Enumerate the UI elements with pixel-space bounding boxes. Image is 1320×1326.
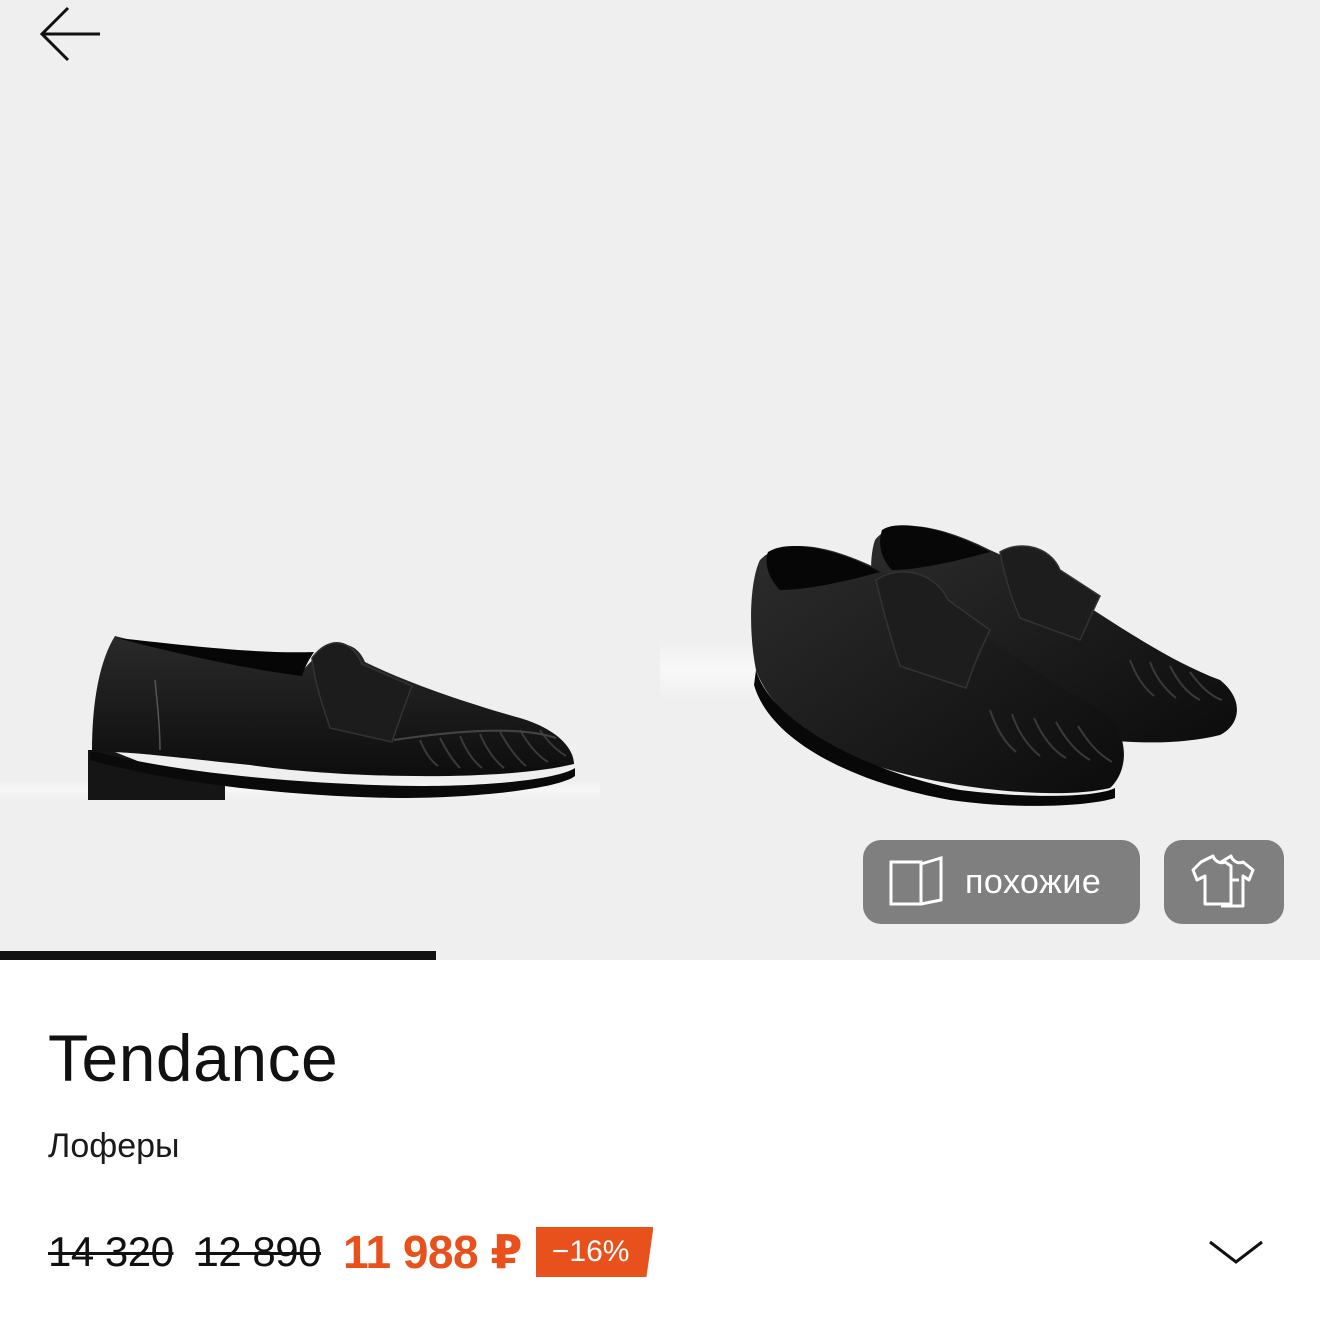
chevron-down-icon: [1209, 1240, 1263, 1264]
loafer-side-image: [0, 636, 600, 800]
discount-badge: −16%: [535, 1227, 654, 1277]
product-gallery[interactable]: похожие: [0, 0, 1320, 960]
product-photo-front[interactable]: [660, 500, 1260, 820]
outfit-button[interactable]: [1164, 840, 1284, 924]
outfit-icon: [1191, 850, 1257, 915]
similar-button[interactable]: похожие: [863, 840, 1140, 924]
price-row: 14 320 12 890 11 988 ₽ −16%: [48, 1222, 654, 1282]
current-price: 11 988 ₽: [342, 1226, 522, 1278]
expand-price-button[interactable]: [1204, 1232, 1268, 1272]
product-type: Лоферы: [48, 1127, 180, 1165]
gallery-progress-fill: [0, 951, 436, 960]
old-price-1: 14 320: [48, 1228, 174, 1275]
brand-name[interactable]: Tendance: [48, 1018, 338, 1098]
arrow-left-icon: [39, 6, 100, 62]
cards-icon: [887, 852, 947, 912]
product-photo-side[interactable]: [0, 600, 600, 820]
loafers-pair-image: [660, 525, 1237, 806]
old-price-2: 12 890: [195, 1228, 321, 1275]
back-button[interactable]: [30, 0, 114, 72]
gallery-progress: [0, 951, 1320, 960]
similar-label: похожие: [965, 862, 1102, 901]
